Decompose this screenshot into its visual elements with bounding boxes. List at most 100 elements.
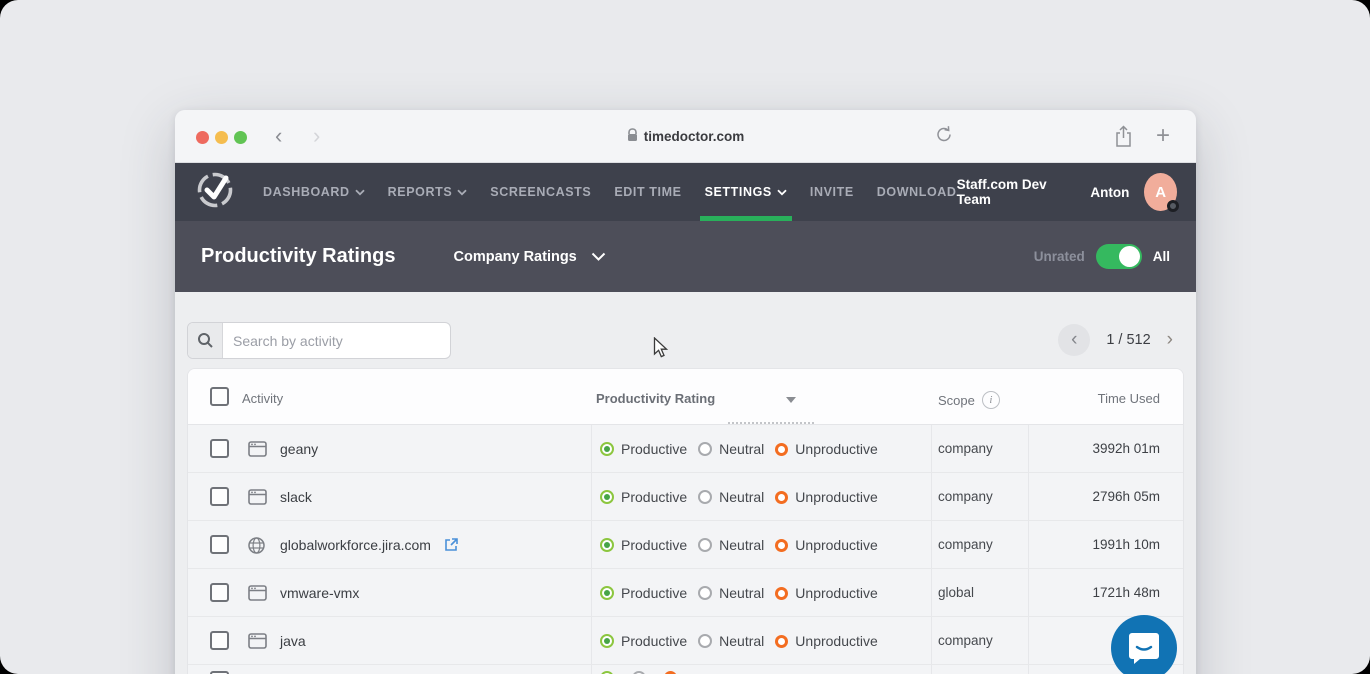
search-icon[interactable] <box>188 323 223 358</box>
page-title: Productivity Ratings <box>201 245 395 268</box>
nav-item-label: SCREENCASTS <box>490 185 591 199</box>
nav-item-screencasts[interactable]: SCREENCASTS <box>490 163 591 221</box>
column-header-time: Time Used <box>1098 391 1160 406</box>
activity-name: geany <box>280 441 318 457</box>
nav-item-edit-time[interactable]: EDIT TIME <box>614 163 681 221</box>
avatar[interactable]: A <box>1144 173 1177 211</box>
table-row <box>188 665 1183 674</box>
rating-option: Productive <box>600 585 687 601</box>
chevron-down-icon <box>355 189 365 196</box>
nav-item-label: INVITE <box>810 185 854 199</box>
radio-label: Unproductive <box>795 633 878 649</box>
table-row: vmware-vmx ProductiveNeutralUnproductive… <box>188 569 1183 617</box>
nav-item-download[interactable]: DOWNLOAD <box>877 163 957 221</box>
address-bar[interactable]: timedoctor.com <box>175 110 1196 163</box>
nav-item-invite[interactable]: INVITE <box>810 163 854 221</box>
radio-neutral[interactable] <box>698 538 712 552</box>
rating-option: Neutral <box>698 633 764 649</box>
chat-widget-button[interactable] <box>1111 615 1177 674</box>
reload-icon[interactable] <box>935 125 953 149</box>
radio-productive[interactable] <box>600 634 614 648</box>
nav-item-dashboard[interactable]: DASHBOARD <box>263 163 365 221</box>
browser-chrome: ‹ › timedoctor.com + <box>175 110 1196 163</box>
radio-unproductive[interactable] <box>775 587 788 600</box>
pagination-next-button[interactable]: › <box>1167 329 1173 351</box>
search-box <box>187 322 451 359</box>
row-checkbox[interactable] <box>210 631 229 650</box>
radio-label: Neutral <box>719 585 764 601</box>
rating-option: Neutral <box>698 585 764 601</box>
rating-radio-group: ProductiveNeutralUnproductive <box>600 473 889 521</box>
radio-productive[interactable] <box>600 442 614 456</box>
search-input[interactable] <box>223 323 450 358</box>
nav-items: DASHBOARD REPORTS SCREENCASTS EDIT TIME … <box>263 163 957 221</box>
table-body: geany ProductiveNeutralUnproductive comp… <box>188 425 1183 674</box>
radio-label: Unproductive <box>795 537 878 553</box>
radio-neutral[interactable] <box>698 634 712 648</box>
screenshot-stage: ‹ › timedoctor.com + <box>0 0 1370 674</box>
table-row: slack ProductiveNeutralUnproductive comp… <box>188 473 1183 521</box>
row-checkbox[interactable] <box>210 583 229 602</box>
scope-value: global <box>938 585 974 600</box>
radio-neutral[interactable] <box>698 490 712 504</box>
column-header-rating[interactable]: Productivity Rating <box>596 391 715 406</box>
radio-unproductive[interactable] <box>775 443 788 456</box>
row-checkbox[interactable] <box>210 535 229 554</box>
radio-unproductive[interactable] <box>775 635 788 648</box>
toggle-knob <box>1119 246 1140 267</box>
pagination-prev-button[interactable]: ‹ <box>1058 324 1090 356</box>
nav-item-label: DASHBOARD <box>263 185 350 199</box>
row-checkbox[interactable] <box>210 487 229 506</box>
nav-item-reports[interactable]: REPORTS <box>388 163 468 221</box>
toggle-all-label: All <box>1153 249 1170 264</box>
rating-option: Unproductive <box>775 489 878 505</box>
chevron-down-icon <box>457 189 467 196</box>
scope-header-label: Scope <box>938 393 975 408</box>
new-tab-icon[interactable]: + <box>1156 125 1170 147</box>
activity-name: slack <box>280 489 312 505</box>
scope-value: company <box>938 537 993 552</box>
rating-option: Neutral <box>698 537 764 553</box>
external-link-icon[interactable] <box>440 539 459 555</box>
app-window-icon <box>248 585 267 606</box>
column-header-scope: Scope i <box>938 391 1000 409</box>
time-used-value: 1991h 10m <box>1092 537 1160 552</box>
radio-label: Productive <box>621 585 687 601</box>
nav-right: Staff.com Dev Team Anton A <box>957 173 1196 211</box>
ratings-scope-dropdown[interactable]: Company Ratings <box>453 249 605 265</box>
team-name[interactable]: Staff.com Dev Team <box>957 177 1067 207</box>
radio-productive[interactable] <box>600 538 614 552</box>
table-row: geany ProductiveNeutralUnproductive comp… <box>188 425 1183 473</box>
sort-caret-icon[interactable] <box>786 397 796 403</box>
chevron-down-icon <box>777 189 787 196</box>
user-name[interactable]: Anton <box>1090 185 1129 200</box>
radio-neutral[interactable] <box>698 442 712 456</box>
table-row: globalworkforce.jira.com ProductiveNeutr… <box>188 521 1183 569</box>
avatar-initial: A <box>1155 184 1166 201</box>
rating-option: Productive <box>600 489 687 505</box>
radio-productive[interactable] <box>600 586 614 600</box>
rating-option: Unproductive <box>775 441 878 457</box>
nav-item-settings[interactable]: SETTINGS <box>705 163 787 221</box>
activity-name: java <box>280 633 306 649</box>
row-checkbox[interactable] <box>210 439 229 458</box>
pagination: ‹ 1 / 512 › <box>1058 324 1173 356</box>
rating-radio-group: ProductiveNeutralUnproductive <box>600 569 889 617</box>
rating-radio-group: ProductiveNeutralUnproductive <box>600 617 889 665</box>
mouse-cursor <box>653 337 670 364</box>
radio-unproductive[interactable] <box>775 539 788 552</box>
ratings-table: Activity Productivity Rating Scope i Tim… <box>187 368 1184 674</box>
unrated-all-toggle[interactable] <box>1096 244 1142 269</box>
unrated-all-toggle-group: Unrated All <box>1034 244 1170 269</box>
radio-unproductive[interactable] <box>775 491 788 504</box>
scope-value: company <box>938 489 993 504</box>
chat-bubble-icon <box>1128 631 1160 665</box>
share-icon[interactable] <box>1114 125 1133 153</box>
timedoctor-logo-icon[interactable] <box>195 170 235 215</box>
select-all-checkbox[interactable] <box>210 387 229 406</box>
radio-productive[interactable] <box>600 490 614 504</box>
radio-label: Neutral <box>719 441 764 457</box>
radio-neutral[interactable] <box>698 586 712 600</box>
browser-window: ‹ › timedoctor.com + <box>175 110 1196 674</box>
info-icon[interactable]: i <box>982 391 1000 409</box>
